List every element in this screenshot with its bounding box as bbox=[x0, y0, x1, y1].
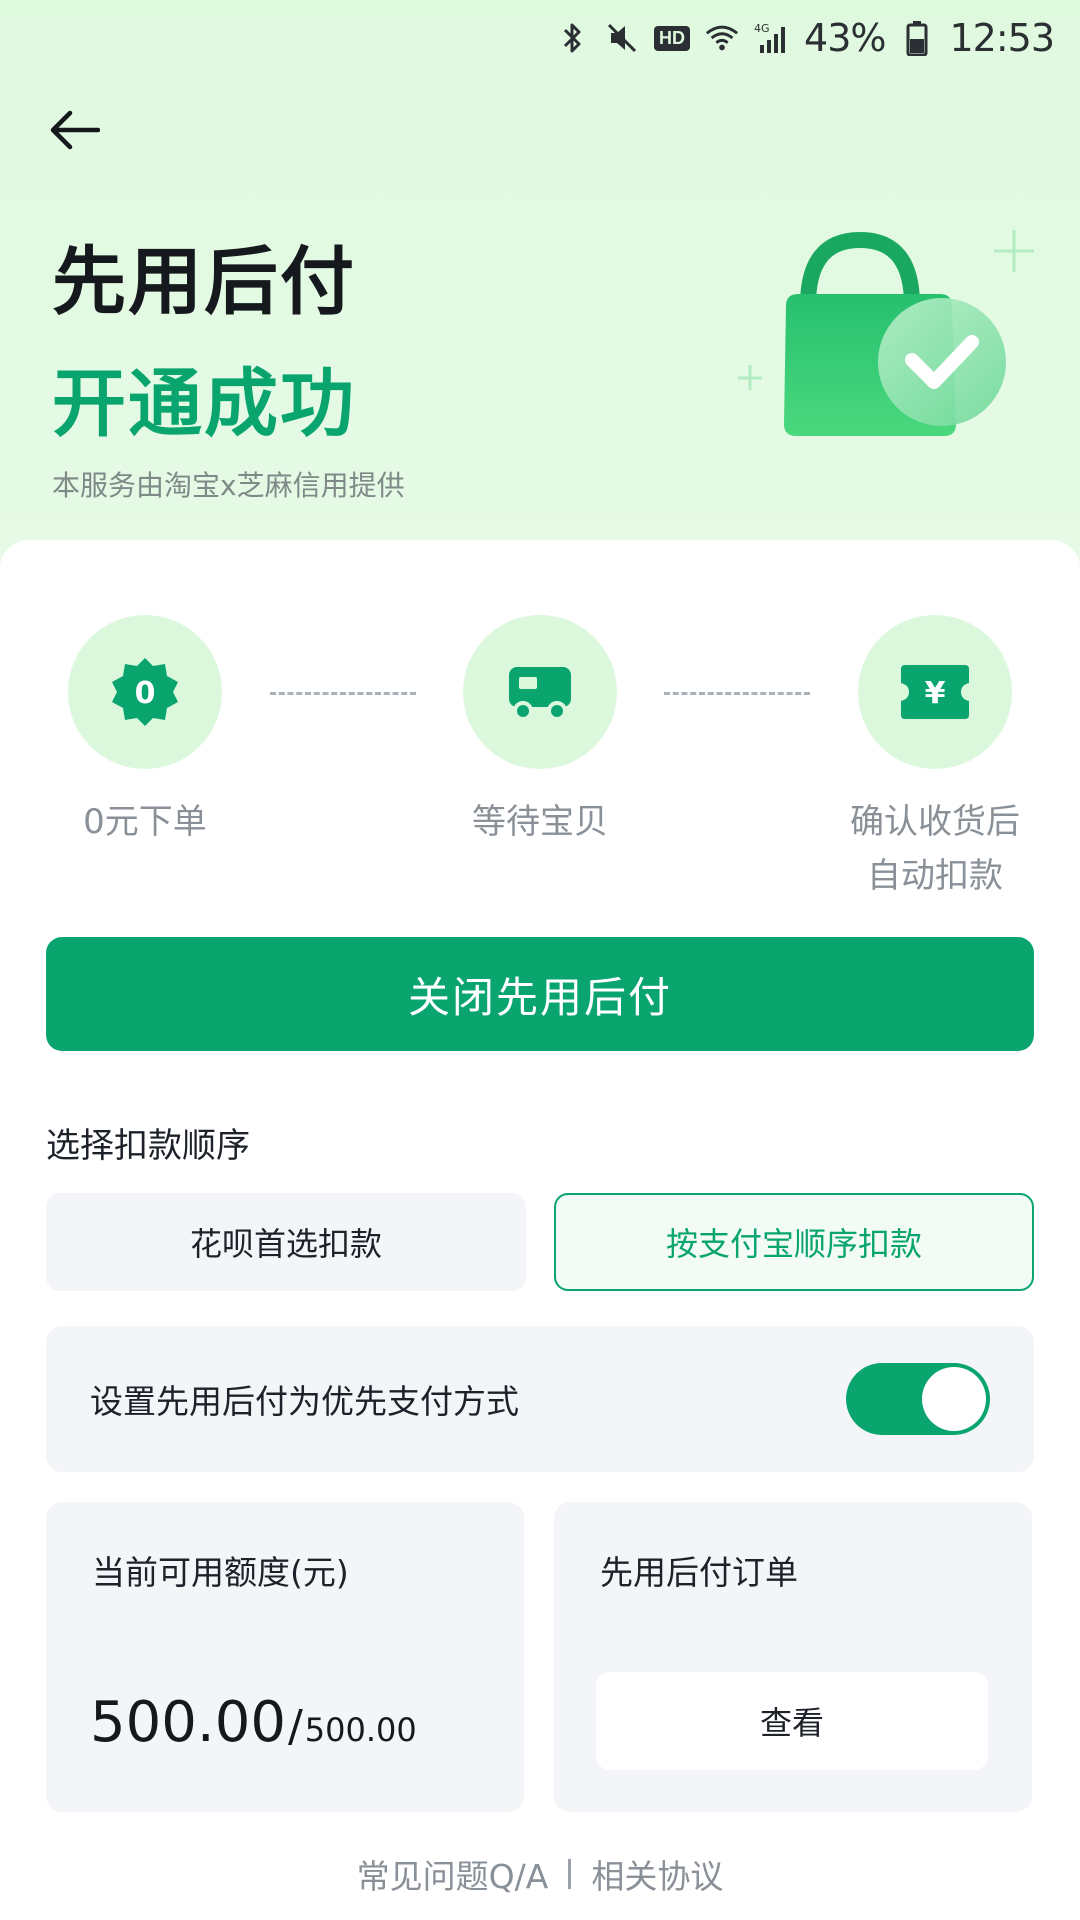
clock: 12:53 bbox=[949, 16, 1055, 60]
toggle-knob bbox=[922, 1367, 986, 1431]
priority-payment-label: 设置先用后付为优先支付方式 bbox=[90, 1382, 519, 1421]
step-auto-deduct: ¥ bbox=[858, 615, 1012, 769]
battery-icon bbox=[899, 20, 935, 56]
faq-link[interactable]: 常见问题Q/A bbox=[357, 1850, 549, 1898]
step-connector bbox=[664, 692, 810, 695]
truck-icon bbox=[509, 667, 571, 721]
svg-text:¥: ¥ bbox=[925, 676, 946, 711]
agreement-link[interactable]: 相关协议 bbox=[591, 1850, 723, 1898]
battery-percent: 43% bbox=[804, 16, 886, 60]
close-pay-later-button[interactable]: 关闭先用后付 bbox=[46, 937, 1034, 1051]
yuan-ticket-icon: ¥ bbox=[901, 665, 969, 719]
total-amount: 500.00 bbox=[304, 1711, 417, 1749]
step-label-zero-order: 0元下单 bbox=[83, 802, 207, 842]
priority-payment-toggle[interactable] bbox=[846, 1363, 990, 1435]
wifi-icon bbox=[704, 20, 740, 56]
step-zero-order: 0 bbox=[68, 615, 222, 769]
step-waiting bbox=[463, 615, 617, 769]
hd-icon: HD bbox=[654, 25, 691, 51]
step-label-waiting: 等待宝贝 bbox=[472, 802, 608, 842]
bluetooth-icon bbox=[554, 20, 590, 56]
option-alipay-order[interactable]: 按支付宝顺序扣款 bbox=[554, 1193, 1034, 1291]
status-bar: HD 4G 43% 12:53 bbox=[0, 0, 1080, 76]
page-title: 先用后付 bbox=[52, 239, 356, 325]
link-divider bbox=[568, 1859, 572, 1889]
arrow-left-icon bbox=[50, 110, 100, 150]
step-label-line: 确认收货后 bbox=[850, 802, 1020, 842]
credit-limit-card: 当前可用额度(元) 500.00 / 500.00 bbox=[46, 1502, 524, 1812]
credit-amount: 500.00 / 500.00 bbox=[90, 1690, 417, 1755]
footer-links: 常见问题Q/A 相关协议 bbox=[0, 1850, 1080, 1898]
view-orders-button[interactable]: 查看 bbox=[596, 1672, 988, 1770]
orders-card: 先用后付订单 查看 bbox=[554, 1502, 1032, 1812]
shopping-bag-check-icon bbox=[720, 210, 1040, 470]
signal-4g-icon: 4G bbox=[754, 20, 790, 56]
step-connector bbox=[270, 692, 416, 695]
amount-separator: / bbox=[287, 1701, 303, 1752]
svg-text:4G: 4G bbox=[754, 22, 770, 35]
step-label-line: 自动扣款 bbox=[867, 856, 1003, 896]
available-amount: 500.00 bbox=[90, 1690, 286, 1755]
option-huabei-first[interactable]: 花呗首选扣款 bbox=[46, 1193, 526, 1291]
deduction-order-title: 选择扣款顺序 bbox=[46, 1126, 250, 1166]
zero-badge-icon: 0 bbox=[112, 658, 178, 726]
priority-payment-row: 设置先用后付为优先支付方式 bbox=[46, 1326, 1034, 1472]
success-title: 开通成功 bbox=[52, 361, 356, 447]
orders-title: 先用后付订单 bbox=[600, 1553, 798, 1592]
step-label-auto-deduct: 确认收货后 自动扣款 bbox=[820, 795, 1050, 903]
back-button[interactable] bbox=[44, 100, 104, 160]
provider-note: 本服务由淘宝x芝麻信用提供 bbox=[52, 469, 405, 502]
credit-limit-title: 当前可用额度(元) bbox=[92, 1553, 349, 1592]
svg-text:0: 0 bbox=[135, 676, 156, 711]
mute-icon bbox=[604, 20, 640, 56]
